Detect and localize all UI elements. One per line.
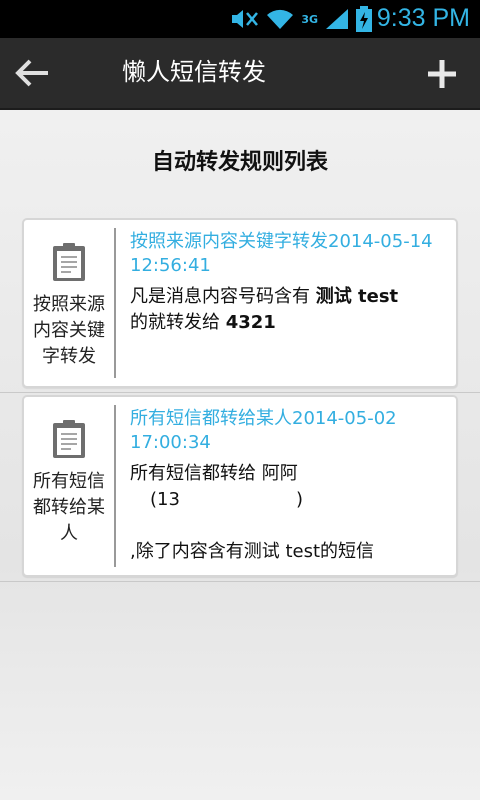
rule-description: 所有短信都转给 阿阿 (13) ,除了内容含有测试 test的短信: [130, 461, 444, 565]
back-arrow-icon: [15, 59, 48, 87]
battery-icon: [356, 6, 372, 32]
rule-desc-phone: (13: [150, 489, 180, 510]
app-title: 懒人短信转发: [122, 58, 266, 86]
rule-card[interactable]: 所有短信都转给某人 所有短信都转给某人2014-05-02 17:00:34 所…: [22, 395, 458, 577]
rule-desc-line1: 所有短信都转给 阿阿: [130, 463, 298, 484]
add-rule-button[interactable]: [420, 52, 464, 96]
muted-icon: [232, 10, 259, 28]
rule-details: 所有短信都转给某人2014-05-02 17:00:34 所有短信都转给 阿阿 …: [116, 397, 456, 575]
rule-desc-line2: (13): [130, 487, 444, 513]
rule-type-label: 所有短信都转给某人: [33, 471, 105, 544]
rule-details: 按照来源内容关键字转发2014-05-14 12:56:41 凡是消息内容号码含…: [116, 220, 456, 386]
status-bar: 3G 9:33 PM: [0, 0, 480, 38]
add-icon: [428, 60, 456, 88]
rule-type-label: 按照来源内容关键字转发: [33, 294, 105, 367]
rule-card[interactable]: 按照来源内容关键字转发 按照来源内容关键字转发2014-05-14 12:56:…: [22, 218, 458, 388]
network-type: 3G: [301, 12, 318, 26]
page-heading: 自动转发规则列表: [151, 150, 328, 175]
signal-icon: [326, 9, 348, 29]
wifi-icon: [267, 9, 294, 29]
status-time: 9:33 PM: [376, 4, 470, 32]
back-button[interactable]: [8, 50, 56, 96]
rule-type-column: 所有短信都转给某人: [24, 405, 116, 567]
rule-desc-phone-end: ): [295, 489, 303, 510]
status-bar-redacted-area: [0, 0, 212, 38]
action-bar: 懒人短信转发: [0, 38, 480, 110]
clipboard-icon: [53, 243, 85, 281]
rule-description: 凡是消息内容号码含有 测试 test 的就转发给 4321: [130, 284, 444, 336]
status-icons: 3G: [229, 6, 372, 32]
rule-row: 所有短信都转给某人 所有短信都转给某人2014-05-02 17:00:34 所…: [0, 393, 480, 582]
rule-title: 所有短信都转给某人2014-05-02 17:00:34: [130, 408, 397, 453]
rule-list: 按照来源内容关键字转发 按照来源内容关键字转发2014-05-14 12:56:…: [0, 216, 480, 582]
rule-target: 4321: [225, 312, 276, 333]
rule-title: 按照来源内容关键字转发2014-05-14 12:56:41: [130, 231, 433, 276]
rule-row: 按照来源内容关键字转发 按照来源内容关键字转发2014-05-14 12:56:…: [0, 216, 480, 393]
rule-type-column: 按照来源内容关键字转发: [24, 228, 116, 378]
rule-desc-prefix: 凡是消息内容号码含有: [130, 286, 316, 307]
rule-keyword: 测试 test: [315, 286, 399, 307]
clipboard-icon: [53, 420, 85, 458]
rule-desc-mid: 的就转发给: [130, 312, 226, 333]
rule-desc-line3: ,除了内容含有测试 test的短信: [130, 541, 375, 562]
